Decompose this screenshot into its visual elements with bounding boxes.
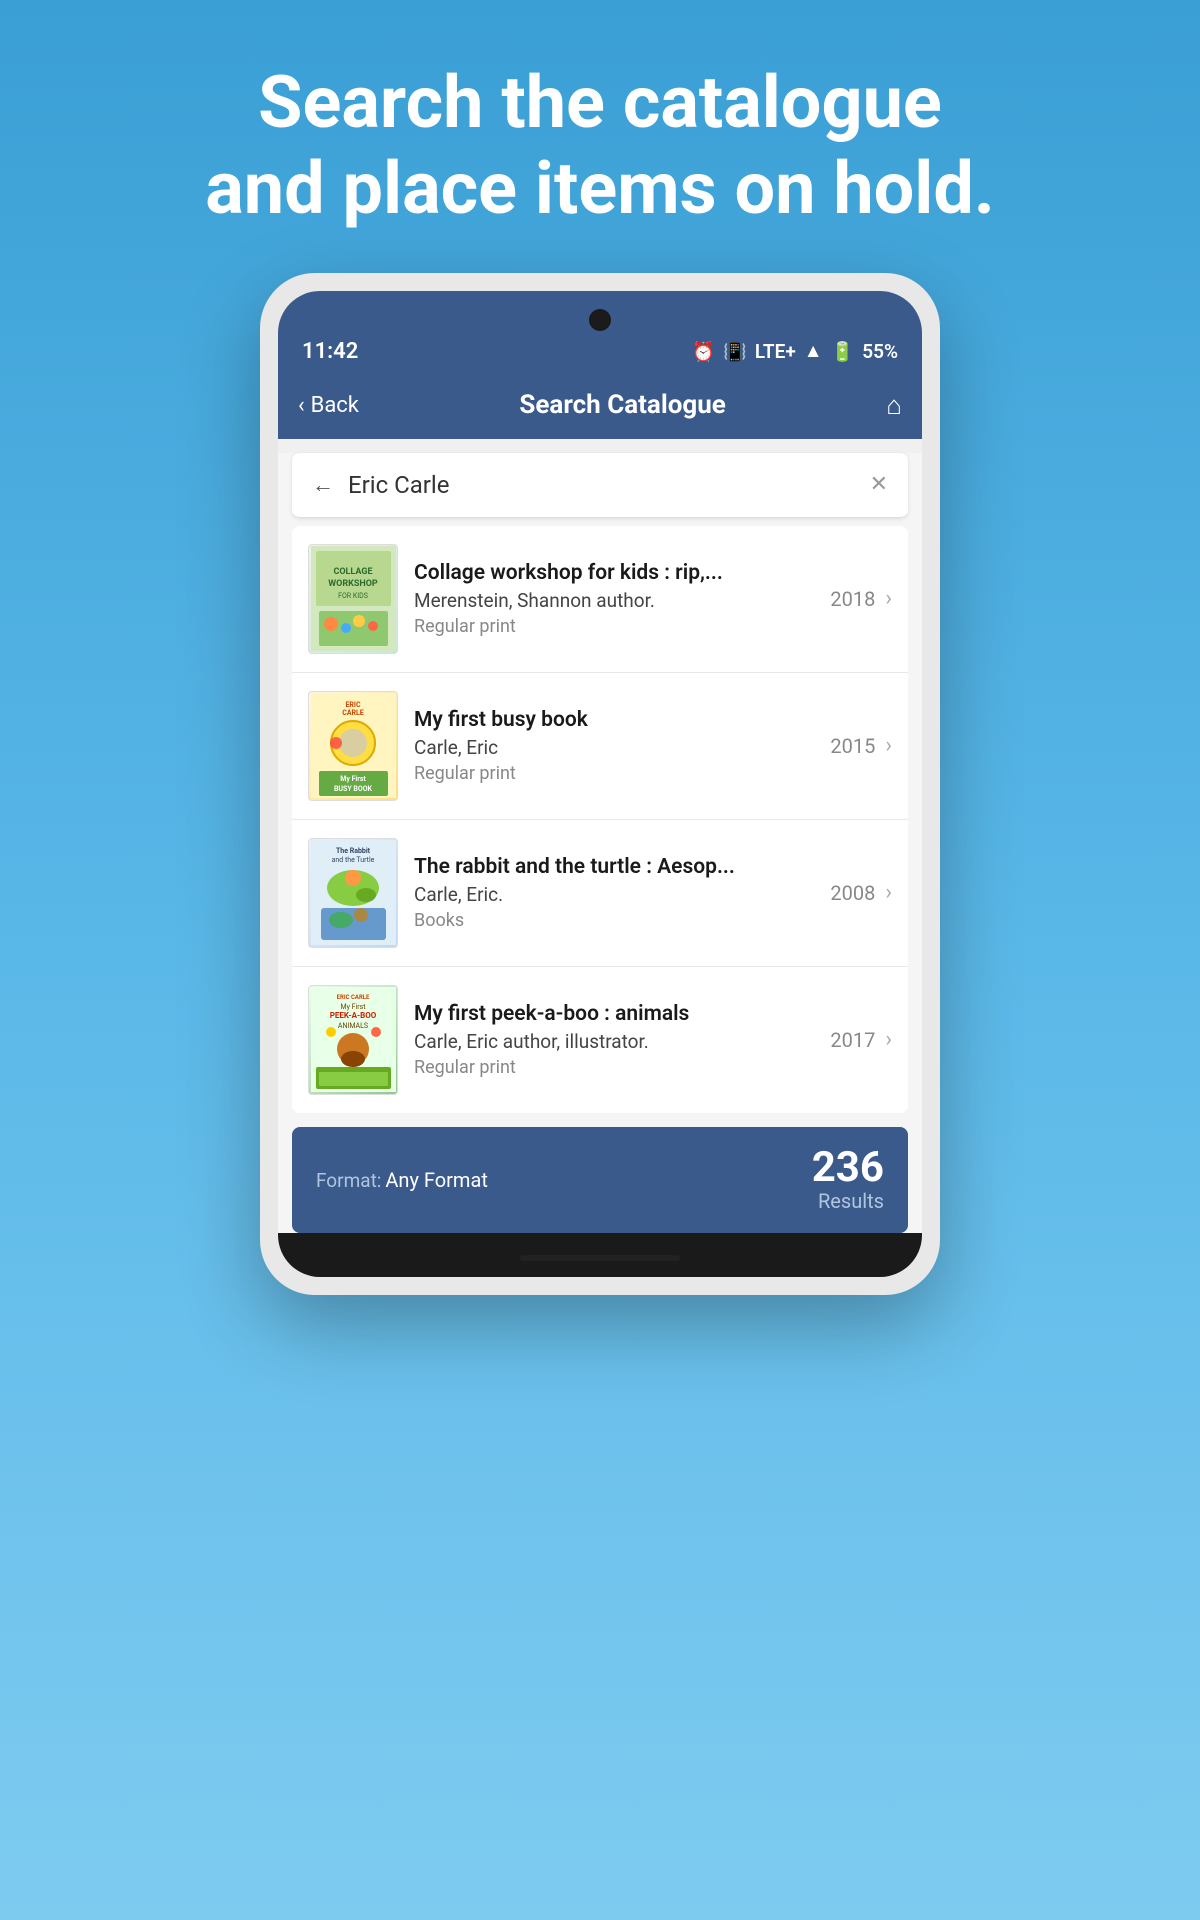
chevron-right-icon: › xyxy=(885,733,892,758)
back-button[interactable]: ‹ Back xyxy=(298,393,359,418)
nav-bar: ‹ Back Search Catalogue ⌂ xyxy=(278,376,922,439)
svg-text:and the Turtle: and the Turtle xyxy=(331,856,374,864)
hero-text: Search the catalogue and place items on … xyxy=(125,0,1075,273)
result-info-2: My first busy book Carle, Eric Regular p… xyxy=(414,708,814,784)
result-title-4: My first peek-a-boo : animals xyxy=(414,1002,814,1026)
chevron-right-icon: › xyxy=(885,880,892,905)
battery-icon: 🔋 xyxy=(831,340,855,363)
result-info-4: My first peek-a-boo : animals Carle, Eri… xyxy=(414,1002,814,1078)
status-right: ⏰ 📳 LTE+ ▲ 🔋 55% xyxy=(692,339,898,363)
status-bar: 11:42 ⏰ 📳 LTE+ ▲ 🔋 55% xyxy=(278,291,922,376)
count-number: 236 xyxy=(812,1147,884,1189)
vibrate-icon: 📳 xyxy=(723,340,747,363)
svg-text:ERIC CARLE: ERIC CARLE xyxy=(336,994,369,1001)
result-info-3: The rabbit and the turtle : Aesop... Car… xyxy=(414,855,814,931)
search-bar[interactable]: ← Eric Carle ✕ xyxy=(292,453,908,518)
result-year-3: 2008 xyxy=(830,881,875,905)
table-row[interactable]: COLLAGE WORKSHOP FOR KIDS Collage worksh… xyxy=(292,526,908,673)
result-format-1: Regular print xyxy=(414,616,814,637)
chevron-right-icon: › xyxy=(885,1027,892,1052)
results-count: 236 Results xyxy=(812,1147,884,1213)
search-query[interactable]: Eric Carle xyxy=(348,471,856,499)
table-row[interactable]: ERIC CARLE My First PEEK-A-BOO ANIMALS xyxy=(292,967,908,1113)
table-row[interactable]: The Rabbit and the Turtle The rabbit and… xyxy=(292,820,908,967)
search-clear-icon[interactable]: ✕ xyxy=(870,472,888,497)
book-cover-4: ERIC CARLE My First PEEK-A-BOO ANIMALS xyxy=(308,985,398,1095)
signal-label: LTE+ xyxy=(755,340,796,363)
result-format-4: Regular print xyxy=(414,1057,814,1078)
svg-text:My First: My First xyxy=(340,775,366,783)
svg-text:ERIC: ERIC xyxy=(345,701,360,709)
results-list: COLLAGE WORKSHOP FOR KIDS Collage worksh… xyxy=(292,526,908,1113)
book-cover-1: COLLAGE WORKSHOP FOR KIDS xyxy=(308,544,398,654)
result-meta-2: 2015 › xyxy=(830,733,892,758)
phone-screen: 11:42 ⏰ 📳 LTE+ ▲ 🔋 55% ‹ Back Search Cat… xyxy=(278,291,922,1277)
result-title-3: The rabbit and the turtle : Aesop... xyxy=(414,855,814,879)
svg-text:CARLE: CARLE xyxy=(342,709,364,717)
svg-text:My First: My First xyxy=(340,1003,366,1011)
svg-text:FOR KIDS: FOR KIDS xyxy=(338,592,368,600)
count-label: Results xyxy=(812,1189,884,1213)
back-label: Back xyxy=(311,393,359,418)
format-label: Format: xyxy=(316,1169,381,1192)
home-icon: ⌂ xyxy=(886,391,902,421)
result-title-2: My first busy book xyxy=(414,708,814,732)
svg-text:PEEK-A-BOO: PEEK-A-BOO xyxy=(329,1011,376,1020)
result-format-2: Regular print xyxy=(414,763,814,784)
result-meta-4: 2017 › xyxy=(830,1027,892,1052)
signal-bars-icon: ▲ xyxy=(804,339,823,363)
result-year-1: 2018 xyxy=(830,587,875,611)
result-author-4: Carle, Eric author, illustrator. xyxy=(414,1030,814,1053)
status-time: 11:42 xyxy=(302,339,358,364)
svg-text:COLLAGE: COLLAGE xyxy=(333,567,372,577)
format-value: Any Format xyxy=(385,1168,488,1192)
svg-text:ANIMALS: ANIMALS xyxy=(337,1022,367,1030)
result-year-4: 2017 xyxy=(830,1028,875,1052)
nav-title: Search Catalogue xyxy=(519,390,725,420)
result-title-1: Collage workshop for kids : rip,... xyxy=(414,561,814,585)
content-area: ← Eric Carle ✕ COLLAGE WORKSHOP FOR KIDS xyxy=(278,453,922,1277)
footer-format: Format: Any Format xyxy=(316,1168,488,1192)
result-format-3: Books xyxy=(414,910,814,931)
search-back-icon[interactable]: ← xyxy=(312,472,334,498)
result-year-2: 2015 xyxy=(830,734,875,758)
bottom-bar xyxy=(278,1233,922,1277)
result-author-3: Carle, Eric. xyxy=(414,883,814,906)
chevron-right-icon: › xyxy=(885,586,892,611)
home-button[interactable]: ⌂ xyxy=(886,390,902,421)
svg-text:BUSY BOOK: BUSY BOOK xyxy=(333,785,372,793)
svg-text:The Rabbit: The Rabbit xyxy=(335,847,370,855)
home-indicator xyxy=(520,1255,680,1261)
back-chevron-icon: ‹ xyxy=(298,393,305,418)
hero-line2: and place items on hold. xyxy=(205,146,995,231)
result-author-1: Merenstein, Shannon author. xyxy=(414,589,814,612)
phone-mockup: 11:42 ⏰ 📳 LTE+ ▲ 🔋 55% ‹ Back Search Cat… xyxy=(260,273,940,1295)
alarm-icon: ⏰ xyxy=(692,340,716,363)
result-meta-1: 2018 › xyxy=(830,586,892,611)
hero-section: Search the catalogue and place items on … xyxy=(125,0,1075,273)
battery-label: 55% xyxy=(862,340,898,363)
hero-line1: Search the catalogue xyxy=(258,60,942,145)
footer-bar[interactable]: Format: Any Format 236 Results xyxy=(292,1127,908,1233)
table-row[interactable]: ERIC CARLE My First BUSY BOOK My first b… xyxy=(292,673,908,820)
book-cover-2: ERIC CARLE My First BUSY BOOK xyxy=(308,691,398,801)
result-meta-3: 2008 › xyxy=(830,880,892,905)
svg-text:WORKSHOP: WORKSHOP xyxy=(328,579,378,589)
result-author-2: Carle, Eric xyxy=(414,736,814,759)
book-cover-3: The Rabbit and the Turtle xyxy=(308,838,398,948)
camera-dot xyxy=(589,309,611,331)
result-info-1: Collage workshop for kids : rip,... Mere… xyxy=(414,561,814,637)
